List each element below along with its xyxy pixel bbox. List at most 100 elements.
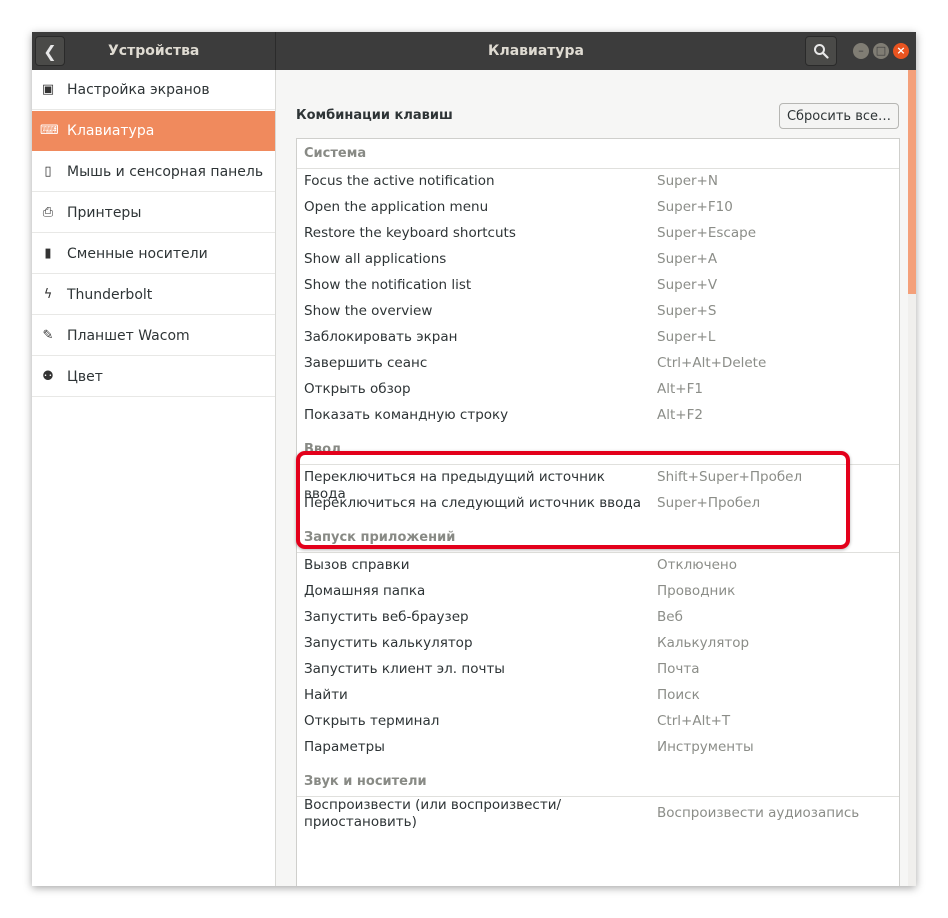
- back-button[interactable]: ❮: [35, 36, 65, 66]
- shortcut-row[interactable]: Открыть обзор Alt+F1: [297, 377, 899, 403]
- shortcut-name: Show the notification list: [304, 277, 472, 293]
- shortcut-row[interactable]: Найти Поиск: [297, 683, 899, 709]
- shortcut-row[interactable]: Show all applications Super+A: [297, 247, 899, 273]
- sidebar-item[interactable]: ⎙ Принтеры: [32, 193, 275, 233]
- shortcut-row[interactable]: Показать командную строку Alt+F2: [297, 403, 899, 429]
- category-header: Звук и носители: [297, 767, 899, 797]
- maximize-button[interactable]: □: [873, 43, 889, 59]
- usb-drive-icon: ▮: [44, 246, 52, 261]
- shortcut-key: Super+S: [657, 303, 717, 319]
- shortcut-name: Запустить калькулятор: [304, 635, 473, 651]
- shortcut-row[interactable]: Переключиться на предыдущий источник вво…: [297, 465, 899, 502]
- reset-all-button[interactable]: Сбросить все…: [779, 103, 899, 129]
- sidebar-item-label: Принтеры: [67, 205, 142, 221]
- shortcut-row[interactable]: Show the notification list Super+V: [297, 273, 899, 299]
- shortcut-name: Focus the active notification: [304, 173, 495, 189]
- shortcut-row[interactable]: Домашняя папка Проводник: [297, 579, 899, 605]
- search-icon: [814, 44, 829, 59]
- thunderbolt-icon: ϟ: [43, 287, 53, 302]
- sidebar-item[interactable]: ▯ Мышь и сенсорная панель: [32, 152, 275, 192]
- shortcut-key: Super+F10: [657, 199, 733, 215]
- shortcut-name: Домашняя папка: [304, 583, 426, 599]
- shortcut-row[interactable]: Заблокировать экран Super+L: [297, 325, 899, 351]
- category-label: Звук и носители: [304, 774, 427, 789]
- shortcut-key: Ctrl+Alt+Delete: [657, 355, 767, 371]
- title-bar: ❮ Устройства Клавиатура – □ ×: [32, 32, 916, 70]
- sidebar-item[interactable]: ✎ Планшет Wacom: [32, 316, 275, 356]
- shortcut-name: Restore the keyboard shortcuts: [304, 225, 516, 241]
- shortcut-key: Super+A: [657, 251, 718, 267]
- sidebar-item[interactable]: ▮ Сменные носители: [32, 234, 275, 274]
- sidebar: ▣ Настройка экранов ⌨ Клавиатура ▯ Мышь и сен…: [32, 70, 276, 886]
- shortcut-row[interactable]: Show the overview Super+S: [297, 299, 899, 325]
- maximize-icon: □: [875, 44, 887, 57]
- shortcut-name: Найти: [304, 687, 348, 703]
- shortcut-name: Переключиться на следующий источник ввод…: [304, 495, 641, 511]
- sidebar-item[interactable]: ▣ Настройка экранов: [32, 70, 275, 110]
- display-icon: ▣: [41, 82, 55, 97]
- close-icon: ×: [896, 44, 906, 57]
- shortcut-name: Open the application menu: [304, 199, 489, 215]
- scrollbar-thumb[interactable]: [908, 70, 916, 294]
- shortcut-name: Запустить клиент эл. почты: [304, 661, 505, 677]
- shortcut-row[interactable]: Запустить клиент эл. почты Почта: [297, 657, 899, 683]
- shortcuts-list: Система Focus the active notification Supe…: [296, 138, 900, 886]
- shortcut-row[interactable]: Воспроизвести (или воспроизвести/ приост…: [297, 797, 899, 831]
- close-button[interactable]: ×: [893, 43, 909, 59]
- settings-window: ❮ Устройства Клавиатура – □ × ▣ Настройка…: [32, 32, 916, 886]
- category-header: Система: [297, 139, 899, 169]
- sidebar-item-label: Цвет: [67, 369, 103, 385]
- category-label: Система: [304, 146, 367, 161]
- sidebar-item-label: Клавиатура: [67, 123, 155, 139]
- shortcut-name: Show the overview: [304, 303, 433, 319]
- section-title: Комбинации клавиш: [296, 108, 453, 123]
- minimize-button[interactable]: –: [853, 43, 869, 59]
- shortcut-key: Super+L: [657, 329, 716, 345]
- shortcut-row[interactable]: Open the application menu Super+F10: [297, 195, 899, 221]
- shortcut-row[interactable]: Параметры Инструменты: [297, 735, 899, 761]
- printer-icon: ⎙: [42, 205, 54, 220]
- page-title: Клавиатура: [488, 43, 584, 59]
- shortcut-key: Отключено: [657, 557, 738, 573]
- shortcut-row[interactable]: Запустить веб-браузер Веб: [297, 605, 899, 631]
- shortcut-name: Открыть терминал: [304, 713, 440, 729]
- shortcut-row[interactable]: Завершить сеанс Ctrl+Alt+Delete: [297, 351, 899, 377]
- sidebar-item[interactable]: ϟ Thunderbolt: [32, 275, 275, 315]
- sidebar-item-label: Настройка экранов: [67, 82, 210, 98]
- shortcut-key: Поиск: [657, 687, 700, 703]
- tablet-icon: ✎: [42, 328, 54, 343]
- shortcut-row[interactable]: Focus the active notification Super+N: [297, 169, 899, 195]
- shortcut-row[interactable]: Открыть терминал Ctrl+Alt+T: [297, 709, 899, 735]
- shortcut-key: Веб: [657, 609, 683, 625]
- shortcut-key: Почта: [657, 661, 700, 677]
- shortcut-key: Инструменты: [657, 739, 754, 755]
- shortcut-row[interactable]: Restore the keyboard shortcuts Super+Esca…: [297, 221, 899, 247]
- sidebar-item[interactable]: ⚉ Цвет: [32, 357, 275, 397]
- main-content: Комбинации клавиш Сбросить все… Система F…: [276, 70, 916, 886]
- shortcut-name: Параметры: [304, 739, 385, 755]
- shortcut-row[interactable]: Вызов справки Отключено: [297, 553, 899, 579]
- category-label: Ввод: [304, 442, 342, 457]
- sidebar-item[interactable]: ⌨ Клавиатура: [32, 111, 275, 151]
- sidebar-item-label: Планшет Wacom: [67, 328, 190, 344]
- minimize-icon: –: [858, 44, 864, 57]
- category-header: Запуск приложений: [297, 523, 899, 553]
- keyboard-icon: ⌨: [40, 123, 59, 138]
- chevron-left-icon: ❮: [43, 42, 57, 61]
- shortcut-key: Super+Escape: [657, 225, 756, 241]
- shortcut-row[interactable]: Переключиться на следующий источник ввод…: [297, 491, 899, 517]
- shortcut-key: Проводник: [657, 583, 736, 599]
- mouse-icon: ▯: [44, 164, 52, 179]
- category-header: Ввод: [297, 435, 899, 465]
- shortcut-row[interactable]: Запустить калькулятор Калькулятор: [297, 631, 899, 657]
- shortcut-name: Воспроизвести (или воспроизвести/ приост…: [304, 797, 562, 830]
- search-button[interactable]: [805, 36, 837, 66]
- sidebar-item-label: Thunderbolt: [67, 287, 153, 303]
- scrollbar[interactable]: [908, 70, 916, 886]
- shortcut-name: Заблокировать экран: [304, 329, 458, 345]
- shortcut-key: Super+Пробел: [657, 495, 761, 511]
- panel-title: Устройства: [108, 43, 200, 59]
- shortcut-key: Воспроизвести аудиозапись: [657, 805, 860, 821]
- shortcut-name: Открыть обзор: [304, 381, 411, 397]
- shortcut-key: Калькулятор: [657, 635, 750, 651]
